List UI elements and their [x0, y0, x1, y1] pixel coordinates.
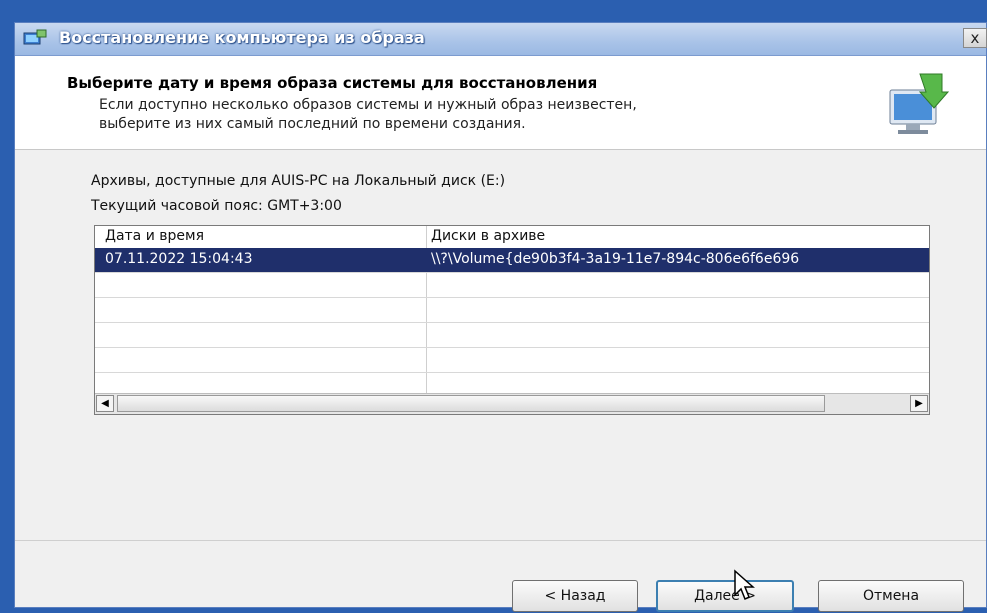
table-row-empty: [95, 323, 929, 348]
system-restore-icon: [23, 29, 47, 45]
cancel-button[interactable]: Отмена: [818, 580, 964, 612]
table-row-empty: [95, 273, 929, 298]
scroll-right-button[interactable]: ▶: [910, 395, 928, 412]
close-button[interactable]: x: [963, 28, 987, 48]
table-row-empty: [95, 298, 929, 323]
cell-datetime: 07.11.2022 15:04:43: [105, 251, 253, 267]
backup-list-table[interactable]: Дата и время Диски в архиве 07.11.2022 1…: [94, 225, 930, 415]
timezone-label: Текущий часовой пояс: GMT+3:00: [91, 198, 342, 214]
table-row[interactable]: 07.11.2022 15:04:43 \\?\Volume{de90b3f4-…: [95, 248, 929, 273]
column-header-disks[interactable]: Диски в архиве: [431, 228, 545, 244]
next-button[interactable]: Далее >: [656, 580, 794, 612]
mouse-pointer-icon: [734, 569, 755, 601]
scrollbar-thumb[interactable]: [117, 395, 825, 412]
back-button[interactable]: < Назад: [512, 580, 638, 612]
table-header: Дата и время Диски в архиве: [95, 226, 929, 249]
title-bar[interactable]: Восстановление компьютера из образа x: [15, 23, 987, 56]
archives-label: Архивы, доступные для AUIS-PC на Локальн…: [91, 173, 506, 189]
description-line-2: выберите из них самый последний по време…: [99, 116, 526, 132]
column-header-datetime[interactable]: Дата и время: [105, 228, 204, 244]
scroll-left-button[interactable]: ◀: [96, 395, 114, 412]
window-title: Восстановление компьютера из образа: [59, 28, 425, 47]
table-row-empty: [95, 348, 929, 373]
wizard-content: Архивы, доступные для AUIS-PC на Локальн…: [15, 150, 986, 612]
horizontal-scrollbar[interactable]: ◀ ▶: [95, 393, 929, 414]
computer-restore-icon: [889, 73, 950, 134]
description-line-1: Если доступно несколько образов системы …: [99, 97, 637, 113]
restore-wizard-window: Восстановление компьютера из образа x Вы…: [14, 22, 987, 612]
page-title: Выберите дату и время образа системы для…: [67, 74, 598, 92]
cell-disks: \\?\Volume{de90b3f4-3a19-11e7-894c-806e6…: [431, 251, 800, 267]
footer-divider: [15, 540, 986, 541]
page-description: Если доступно несколько образов системы …: [99, 96, 859, 134]
wizard-header: Выберите дату и время образа системы для…: [15, 56, 986, 150]
